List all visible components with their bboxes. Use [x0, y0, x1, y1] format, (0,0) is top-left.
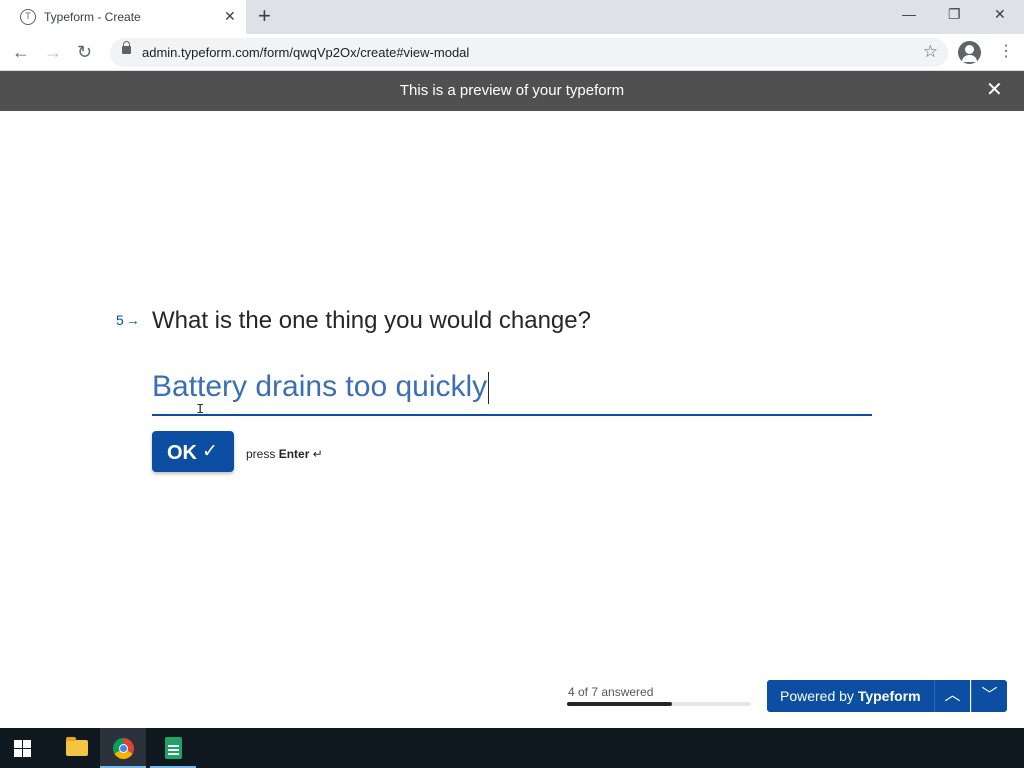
chrome-taskbar-item[interactable]	[100, 728, 146, 768]
reload-icon[interactable]: ↻	[77, 40, 92, 64]
ok-button-label: OK	[167, 442, 197, 464]
preview-banner-text: This is a preview of your typeform	[399, 82, 625, 99]
preview-banner: This is a preview of your typeform ✕	[0, 71, 1024, 111]
file-explorer-taskbar-item[interactable]	[52, 728, 98, 768]
progress-bar-fill	[567, 702, 673, 706]
folder-icon	[66, 737, 88, 756]
powered-by-label: Powered by	[780, 688, 854, 704]
hint-prefix: press	[246, 447, 276, 461]
forward-arrow-icon[interactable]: →	[44, 40, 62, 64]
close-window-icon[interactable]: ✕	[994, 6, 1006, 23]
question-title: What is the one thing you would change?	[152, 307, 591, 334]
url-text[interactable]: admin.typeform.com/form/qwqVp2Ox/create#…	[142, 45, 469, 60]
progress-bar	[567, 702, 751, 706]
powered-by-typeform-button[interactable]: Powered by Typeform	[767, 680, 934, 712]
new-tab-plus-icon[interactable]: +	[258, 4, 271, 28]
minimize-window-icon[interactable]: —	[902, 6, 916, 22]
ok-button[interactable]: OK ✓	[152, 431, 234, 472]
tab-title: Typeform - Create	[44, 10, 141, 24]
browser-tab[interactable]: T Typeform - Create ✕	[0, 0, 246, 34]
question-number-value: 5	[116, 312, 124, 328]
press-enter-hint: press Enter ↵	[246, 447, 323, 461]
hint-key: Enter	[278, 447, 310, 461]
answer-value: Battery drains too quickly	[152, 370, 488, 403]
question-arrow-icon: →	[125, 312, 140, 328]
enter-key-icon: ↵	[312, 447, 323, 461]
chrome-icon	[113, 738, 134, 759]
typeform-brand-label: Typeform	[857, 688, 921, 704]
browser-toolbar: ← → ↻ admin.typeform.com/form/qwqVp2Ox/c…	[0, 34, 1024, 71]
restore-window-icon[interactable]: ❐	[948, 6, 961, 23]
text-caret	[488, 372, 490, 405]
previous-question-chevron-up-icon[interactable]: ︿	[934, 680, 970, 712]
progress-label: 4 of 7 answered	[568, 685, 654, 699]
browser-menu-icon[interactable]: ⋮	[998, 42, 1014, 62]
spreadsheet-icon	[165, 737, 182, 759]
profile-avatar-icon[interactable]	[958, 41, 981, 64]
answer-text: Battery drains too quickly	[152, 370, 490, 405]
lock-icon	[122, 41, 131, 54]
typeform-favicon-icon: T	[20, 9, 36, 25]
text-cursor-icon: I	[196, 402, 205, 418]
browser-tab-strip: T Typeform - Create ✕ + — ❐ ✕	[0, 0, 1024, 34]
question-number: 5 →	[116, 312, 140, 328]
next-question-chevron-down-icon[interactable]: ﹀	[971, 680, 1007, 712]
windows-start-icon[interactable]	[14, 740, 32, 757]
spreadsheet-taskbar-item[interactable]	[150, 728, 196, 768]
checkmark-icon: ✓	[202, 441, 218, 462]
address-bar[interactable]: admin.typeform.com/form/qwqVp2Ox/create#…	[110, 38, 948, 67]
answer-input[interactable]: Battery drains too quickly	[152, 368, 872, 416]
back-arrow-icon[interactable]: ←	[12, 40, 30, 64]
close-preview-icon[interactable]: ✕	[986, 80, 1003, 100]
windows-taskbar	[0, 728, 1024, 768]
tab-close-icon[interactable]: ✕	[224, 8, 236, 24]
bookmark-star-icon[interactable]: ☆	[923, 42, 938, 62]
